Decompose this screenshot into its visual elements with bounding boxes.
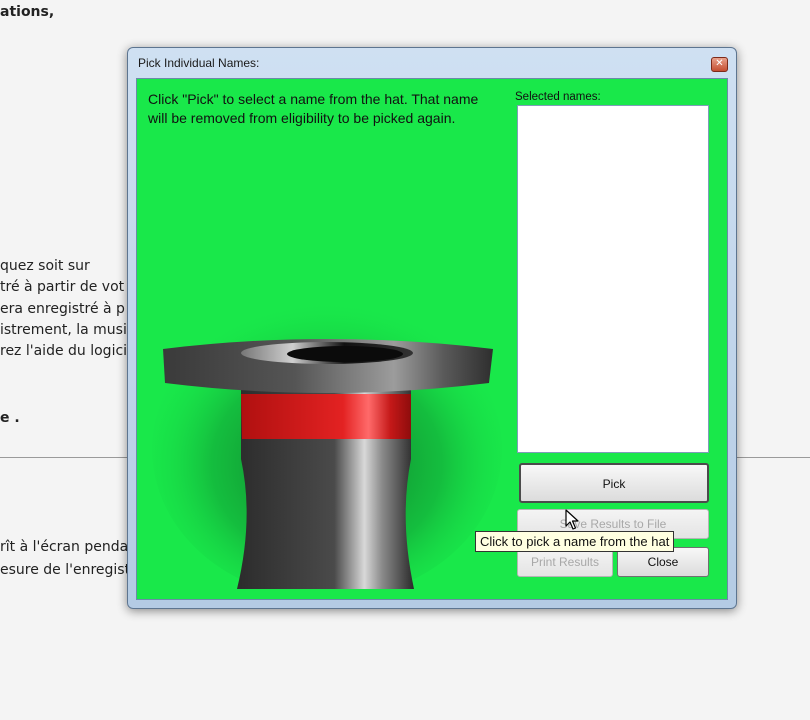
top-hat-icon	[152, 299, 502, 589]
doc-line: rît à l'écran pendar	[0, 539, 130, 555]
title-bar[interactable]: Pick Individual Names: ✕	[128, 48, 736, 78]
pick-names-dialog: Pick Individual Names: ✕ Click "Pick" to…	[127, 47, 737, 609]
doc-line: rez l'aide du logici	[0, 343, 128, 359]
window-title: Pick Individual Names:	[138, 56, 260, 70]
doc-paragraph: quez soit sur tré à partir de vot era en…	[0, 250, 130, 370]
mouse-pointer-icon	[565, 509, 579, 530]
pick-button[interactable]: Pick	[519, 463, 709, 503]
instructions-text: Click "Pick" to select a name from the h…	[148, 91, 479, 126]
selected-names-label: Selected names:	[515, 91, 601, 103]
doc-line: istrement, la musi	[0, 322, 127, 338]
doc-line: esure de l'enregist	[0, 562, 130, 578]
doc-line: tré à partir de vot	[0, 279, 125, 295]
doc-paragraph: rît à l'écran pendar esure de l'enregist	[0, 535, 130, 585]
doc-line: era enregistré à p	[0, 301, 125, 317]
dialog-client-area: Click "Pick" to select a name from the h…	[136, 78, 728, 600]
doc-line: ations,	[0, 4, 55, 20]
doc-line: quez soit sur	[0, 258, 90, 274]
selected-names-list[interactable]	[517, 105, 709, 453]
doc-line: e .	[0, 410, 20, 426]
close-icon[interactable]: ✕	[711, 57, 728, 72]
pick-tooltip: Click to pick a name from the hat	[475, 531, 675, 552]
